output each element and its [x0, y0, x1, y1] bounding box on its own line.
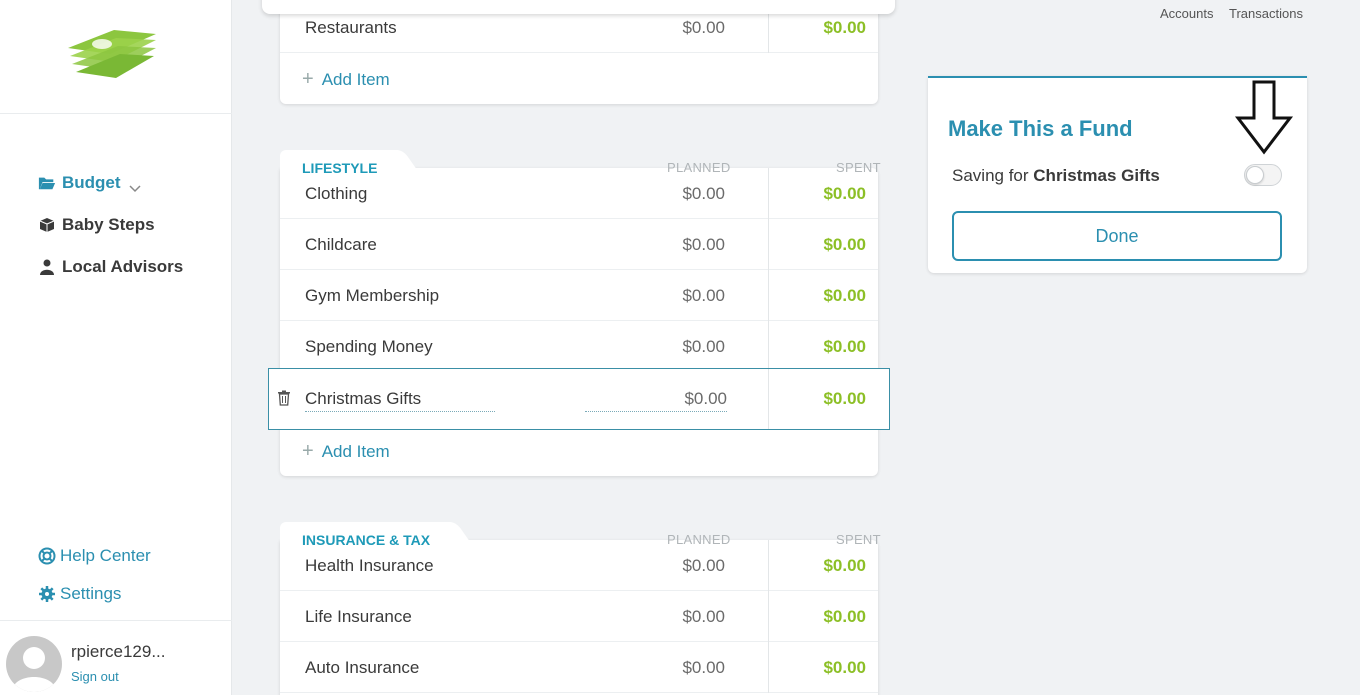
spent-amount: $0.00	[823, 184, 866, 203]
folder-open-icon	[38, 174, 56, 192]
spent-amount: $0.00	[823, 337, 866, 356]
life-ring-icon	[38, 547, 56, 565]
nav-budget[interactable]: Budget	[38, 173, 141, 193]
planned-amount[interactable]: $0.00	[682, 337, 725, 357]
item-name-input[interactable]: Christmas Gifts	[305, 389, 495, 412]
column-divider	[768, 270, 769, 321]
nav-baby-steps-label: Baby Steps	[62, 215, 155, 234]
arrow-down-icon	[1234, 80, 1294, 155]
add-item-label: Add Item	[321, 69, 390, 89]
budget-card-food: Restaurants $0.00 $0.00 + Add Item	[280, 0, 878, 104]
budget-card-insurance: INSURANCE & TAX PLANNED SPENT Health Ins…	[280, 522, 881, 695]
sidebar: Budget Baby Steps Local Advisors Help Ce…	[0, 0, 232, 695]
transactions-link[interactable]: Transactions	[1229, 6, 1303, 21]
budget-row-editing[interactable]: Christmas Gifts $0.00 $0.00	[268, 368, 890, 430]
item-label: Life Insurance	[305, 607, 412, 626]
add-item-button[interactable]: + Add Item	[302, 440, 390, 463]
nav-local-advisors[interactable]: Local Advisors	[38, 257, 183, 277]
nav-budget-label: Budget	[62, 173, 121, 192]
cube-icon	[38, 216, 56, 234]
planned-amount[interactable]: $0.00	[682, 235, 725, 255]
spent-amount: $0.00	[823, 607, 866, 626]
column-divider	[768, 168, 769, 219]
accounts-link[interactable]: Accounts	[1160, 6, 1213, 21]
fund-toggle[interactable]	[1244, 164, 1282, 186]
help-center-link[interactable]: Help Center	[38, 546, 151, 566]
budget-row[interactable]: Life Insurance $0.00 $0.00	[280, 591, 878, 642]
budget-row[interactable]: Gym Membership $0.00 $0.00	[280, 270, 878, 321]
sidebar-divider	[0, 620, 232, 621]
spent-amount: $0.00	[823, 389, 866, 408]
item-label: Spending Money	[305, 337, 433, 356]
planned-amount[interactable]: $0.00	[682, 184, 725, 204]
column-divider	[768, 369, 769, 429]
user-icon	[38, 258, 56, 276]
planned-amount[interactable]: $0.00	[682, 556, 725, 576]
item-label: Restaurants	[305, 18, 397, 37]
nav-baby-steps[interactable]: Baby Steps	[38, 215, 155, 235]
saving-prefix: Saving for	[952, 166, 1029, 185]
toggle-knob	[1246, 166, 1264, 184]
fund-saving-text: Saving for Christmas Gifts	[952, 166, 1160, 186]
column-divider	[768, 591, 769, 642]
spent-amount: $0.00	[823, 286, 866, 305]
spent-amount: $0.00	[823, 235, 866, 254]
plus-icon: +	[302, 440, 314, 462]
top-overlay-bar	[262, 0, 895, 14]
settings-label: Settings	[60, 584, 122, 603]
budget-row[interactable]: Spending Money $0.00 $0.00	[280, 321, 878, 372]
saving-item-name: Christmas Gifts	[1033, 166, 1160, 185]
done-button[interactable]: Done	[952, 211, 1282, 261]
trash-icon[interactable]	[277, 390, 293, 408]
budget-row[interactable]: Childcare $0.00 $0.00	[280, 219, 878, 270]
spent-amount: $0.00	[823, 18, 866, 37]
nav-local-advisors-label: Local Advisors	[62, 257, 184, 276]
section-title-text: LIFESTYLE	[302, 160, 378, 176]
planned-amount[interactable]: $0.00	[682, 18, 725, 38]
sidebar-divider	[0, 113, 232, 114]
spent-amount: $0.00	[823, 556, 866, 575]
column-divider	[768, 540, 769, 591]
help-center-label: Help Center	[60, 546, 151, 565]
item-label: Health Insurance	[305, 556, 434, 575]
chevron-down-icon	[129, 178, 141, 193]
item-label: Childcare	[305, 235, 377, 254]
budget-row[interactable]: Auto Insurance $0.00 $0.00	[280, 642, 878, 693]
gear-icon	[38, 585, 56, 603]
column-divider	[768, 219, 769, 270]
avatar[interactable]	[6, 636, 62, 692]
add-item-button[interactable]: + Add Item	[302, 68, 390, 91]
planned-amount[interactable]: $0.00	[682, 658, 725, 678]
plus-icon: +	[302, 68, 314, 90]
item-label: Gym Membership	[305, 286, 440, 305]
column-divider	[768, 642, 769, 693]
fund-panel-title: Make This a Fund	[948, 116, 1133, 141]
item-label: Auto Insurance	[305, 658, 420, 677]
planned-amount[interactable]: $0.00	[682, 286, 725, 306]
sign-out-link[interactable]: Sign out	[71, 669, 119, 684]
item-label: Clothing	[305, 184, 368, 203]
planned-amount-input[interactable]: $0.00	[585, 389, 727, 412]
planned-amount[interactable]: $0.00	[682, 607, 725, 627]
username: rpierce129...	[71, 642, 166, 661]
spent-amount: $0.00	[823, 658, 866, 677]
column-divider	[768, 321, 769, 372]
section-title-text: INSURANCE & TAX	[302, 532, 431, 548]
settings-link[interactable]: Settings	[38, 584, 121, 604]
app-logo[interactable]	[64, 22, 160, 86]
add-item-label: Add Item	[321, 441, 390, 461]
